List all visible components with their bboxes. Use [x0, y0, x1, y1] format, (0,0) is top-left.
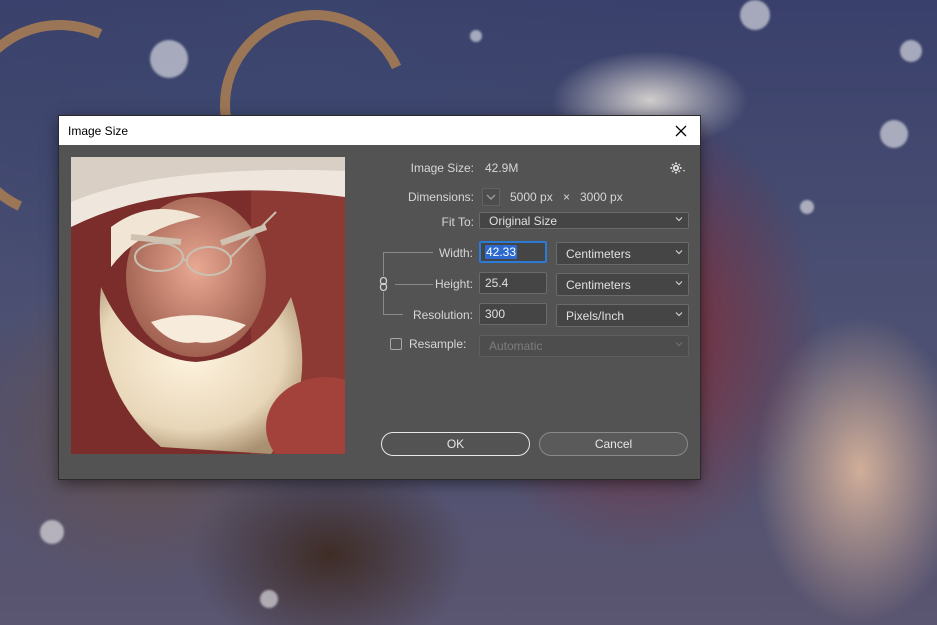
image-size-value: 42.9M — [485, 161, 519, 175]
dimensions-dropdown[interactable] — [482, 188, 500, 206]
snow-bokeh — [150, 40, 188, 78]
image-size-label: Image Size: — [410, 161, 474, 175]
width-label: Width: — [438, 246, 473, 260]
resolution-unit: Pixels/Inch — [566, 308, 625, 323]
constrain-bracket — [383, 314, 403, 315]
resample-value: Automatic — [489, 339, 543, 353]
fit-to-value: Original Size — [489, 213, 558, 228]
resample-label: Resample: — [409, 337, 467, 351]
chevron-down-icon — [675, 249, 683, 254]
chevron-down-icon — [675, 311, 683, 316]
snow-bokeh — [900, 40, 922, 62]
dimensions-times: × — [563, 190, 571, 204]
height-input[interactable]: 25.4 — [479, 272, 547, 294]
dimensions-label: Dimensions: — [407, 190, 474, 204]
close-icon — [675, 125, 687, 136]
snow-bokeh — [470, 30, 482, 42]
height-value: 25.4 — [485, 276, 509, 290]
close-button[interactable] — [670, 120, 692, 142]
snow-bokeh — [880, 120, 908, 148]
dimensions-height: 3000 px — [580, 190, 623, 204]
chevron-down-icon — [675, 216, 683, 221]
santa-portrait — [71, 157, 345, 454]
snow-bokeh — [260, 590, 278, 608]
ok-button[interactable]: OK — [381, 432, 530, 456]
chevron-down-icon — [486, 194, 496, 200]
width-input[interactable]: 42.33 — [479, 241, 547, 263]
ok-label: OK — [446, 437, 465, 451]
snow-bokeh — [740, 0, 770, 30]
constrain-bracket — [395, 284, 433, 285]
width-unit-select[interactable]: Centimeters — [556, 242, 689, 265]
height-unit-select[interactable]: Centimeters — [556, 273, 689, 296]
dialog-titlebar: Image Size — [59, 116, 700, 145]
resolution-value: 300 — [485, 307, 506, 321]
dialog-title: Image Size — [68, 123, 129, 138]
resolution-input[interactable]: 300 — [479, 303, 547, 325]
width-unit: Centimeters — [566, 246, 631, 261]
snow-bokeh — [800, 200, 814, 214]
cancel-button[interactable]: Cancel — [539, 432, 688, 456]
height-label: Height: — [434, 277, 473, 291]
resample-select[interactable]: Automatic — [479, 335, 689, 357]
constrain-bracket — [383, 252, 433, 253]
fit-to-select[interactable]: Original Size — [479, 212, 689, 229]
width-value: 42.33 — [485, 245, 518, 259]
chain-link-icon[interactable] — [378, 276, 389, 292]
gear-icon[interactable] — [670, 161, 686, 175]
chevron-down-icon — [675, 280, 683, 285]
resample-checkbox[interactable] — [390, 338, 402, 350]
cancel-label: Cancel — [594, 437, 633, 451]
dimensions-width: 5000 px — [510, 190, 553, 204]
fit-to-label: Fit To: — [441, 215, 474, 229]
snow-bokeh — [40, 520, 64, 544]
resolution-label: Resolution: — [412, 308, 473, 322]
resolution-unit-select[interactable]: Pixels/Inch — [556, 304, 689, 327]
height-unit: Centimeters — [566, 277, 631, 292]
image-preview[interactable] — [71, 157, 345, 454]
image-size-dialog: Image Size Image Size: 42.9M Dimensions:… — [59, 116, 700, 479]
chevron-down-icon — [675, 342, 683, 347]
